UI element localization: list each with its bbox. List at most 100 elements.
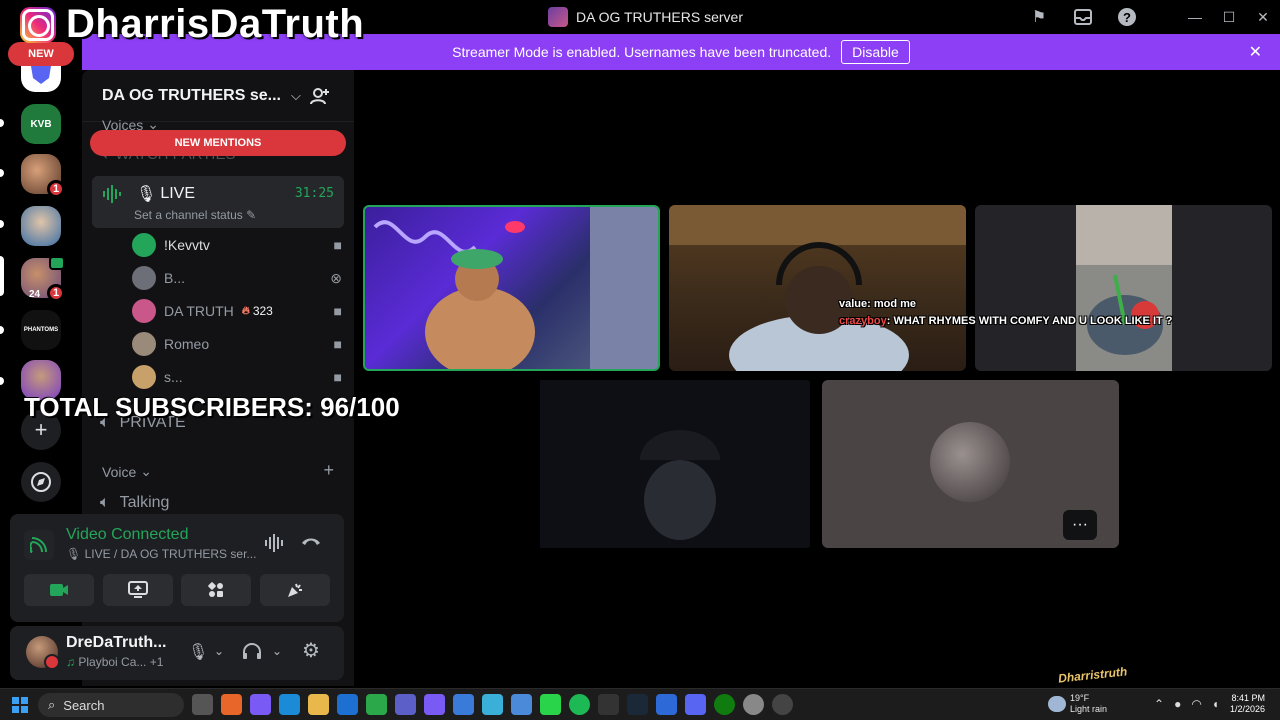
copilot-icon[interactable] [250, 694, 271, 715]
video-icon: ■ [333, 303, 342, 319]
xbox-icon[interactable] [714, 694, 735, 715]
server-community[interactable]: 24 1 [21, 256, 65, 302]
discover-icon[interactable] [21, 462, 61, 502]
close-window-icon[interactable]: ✕ [1246, 6, 1280, 28]
close-icon[interactable]: ✕ [1249, 42, 1262, 62]
maximize-icon[interactable]: ☐ [1212, 6, 1246, 28]
gear-icon[interactable]: ⚙ [302, 638, 320, 663]
weather-widget[interactable]: 19°F Light rain [1048, 693, 1107, 715]
new-mentions-pill[interactable]: NEW MENTIONS [90, 130, 346, 156]
voice-member[interactable]: s... ■ [132, 363, 342, 391]
server-dancer[interactable] [21, 206, 61, 246]
video-tile[interactable] [520, 380, 812, 548]
voice-member[interactable]: DA TRUTH 🔥︎ 323 ■ [132, 297, 342, 325]
weather-temp: 19°F [1070, 693, 1090, 703]
microphone-icon[interactable]: 🎙︎ [188, 642, 208, 662]
video-tile[interactable] [363, 205, 660, 371]
username[interactable]: DreDaTruth... [66, 634, 166, 652]
live-channel-name: LIVE [160, 185, 195, 202]
channel-talking[interactable]: 🔈︎ Talking [100, 494, 169, 512]
edge-icon[interactable] [279, 694, 300, 715]
server-kvb[interactable]: KVB [21, 104, 61, 144]
outlook-icon[interactable] [337, 694, 358, 715]
kick-icon[interactable] [540, 694, 561, 715]
app-icon[interactable] [424, 694, 445, 715]
unread-pip [0, 220, 4, 228]
server-phantoms[interactable]: PHANTOMS [21, 310, 61, 350]
more-options-button[interactable]: ··· [1063, 510, 1097, 540]
server-name: DA OG TRUTHERS se... [102, 86, 281, 104]
soundboard-icon [288, 583, 302, 597]
chevron-down-icon[interactable]: ⌄ [214, 644, 224, 658]
server-friends[interactable]: 1 [21, 154, 65, 198]
connection-signal-icon[interactable] [24, 530, 54, 560]
server-phantoms-label: PHANTOMS [23, 327, 59, 333]
search-icon: ⌕ [48, 697, 56, 712]
inbox-icon[interactable] [1072, 6, 1094, 28]
member-name: Romeo [164, 336, 210, 352]
noise-suppression-icon[interactable] [264, 534, 284, 557]
video-tile[interactable] [669, 205, 966, 371]
chevron-down-icon[interactable]: ⌄ [272, 644, 282, 658]
create-channel-icon[interactable]: + [323, 460, 334, 481]
app-icon[interactable] [366, 694, 387, 715]
chevron-up-icon[interactable]: ⌃ [1154, 697, 1164, 711]
voice-status-title: Video Connected [66, 526, 189, 543]
disable-button[interactable]: Disable [841, 40, 910, 64]
channel-talking-label: Talking [119, 494, 170, 511]
server-sub-count: 24 [29, 289, 41, 300]
clock[interactable]: 8:41 PM 1/2/2026 [1230, 693, 1265, 715]
voice-member[interactable]: B... ⊗ [132, 264, 342, 292]
task-view-icon[interactable] [192, 694, 213, 715]
voice-member[interactable]: !Kevvtv ■ [132, 231, 342, 259]
disconnect-icon[interactable] [300, 534, 322, 553]
epic-games-icon[interactable] [598, 694, 619, 715]
file-explorer-icon[interactable] [308, 694, 329, 715]
wifi-icon[interactable]: ◠ [1191, 697, 1201, 711]
discord-window: DA OG TRUTHERS server ⚑ ? — ☐ ✕ DharrisD… [0, 0, 1280, 720]
teams-icon[interactable] [395, 694, 416, 715]
voice-member[interactable]: Romeo ■ [132, 330, 342, 358]
screenshare-button[interactable] [103, 574, 173, 606]
microphone-icon: 🎙︎ [136, 186, 157, 203]
windows-start-icon[interactable] [12, 697, 28, 713]
app-icon[interactable] [772, 694, 793, 715]
app-icon[interactable] [453, 694, 474, 715]
volume-icon[interactable]: ◖ [1212, 697, 1219, 711]
flag-icon[interactable]: ⚑ [1028, 6, 1050, 28]
category-voice[interactable]: Voice ⌄ [102, 463, 152, 480]
headphones-icon[interactable] [242, 642, 262, 665]
steam-icon[interactable] [627, 694, 648, 715]
activities-button[interactable] [181, 574, 251, 606]
xbox-icon: ⊗ [330, 270, 342, 286]
invite-people-icon[interactable] [310, 86, 330, 111]
taskbar-search[interactable]: ⌕ Search [38, 693, 184, 717]
chevron-down-icon: ⌄ [140, 463, 152, 479]
help-icon[interactable]: ? [1116, 6, 1138, 28]
music-note-icon: ♫ [66, 655, 75, 669]
app-tray-icon[interactable]: ● [1174, 697, 1181, 711]
server-header[interactable]: DA OG TRUTHERS se... ⌵ [82, 70, 354, 122]
video-tile[interactable] [975, 205, 1272, 371]
video-tile[interactable]: ··· [822, 380, 1119, 548]
svg-text:?: ? [1123, 10, 1131, 25]
camera-button[interactable] [24, 574, 94, 606]
firefox-icon[interactable] [221, 694, 242, 715]
spotify-icon[interactable] [569, 694, 590, 715]
voice-status-channel[interactable]: 🎙︎ LIVE / DA OG TRUTHERS ser... [66, 547, 256, 561]
app-icon[interactable] [656, 694, 677, 715]
settings-icon[interactable] [743, 694, 764, 715]
minimize-icon[interactable]: — [1178, 6, 1212, 28]
system-tray: ⌃ ● ◠ ◖ [1154, 697, 1219, 711]
search-label: Search [63, 697, 105, 713]
avatar[interactable] [26, 636, 60, 670]
app-icon[interactable] [482, 694, 503, 715]
channel-status-prompt[interactable]: Set a channel status ✎ [134, 208, 256, 222]
channel-status-text: Set a channel status [134, 208, 243, 222]
soundboard-button[interactable] [260, 574, 330, 606]
window-controls: — ☐ ✕ [1178, 6, 1280, 28]
discord-icon[interactable] [685, 694, 706, 715]
photos-icon[interactable] [511, 694, 532, 715]
channel-live[interactable]: 🎙︎ LIVE 31:25 Set a channel status ✎ [92, 176, 344, 228]
chat-message: crazyboy: WHAT RHYMES WITH COMFY AND U L… [839, 315, 1173, 327]
